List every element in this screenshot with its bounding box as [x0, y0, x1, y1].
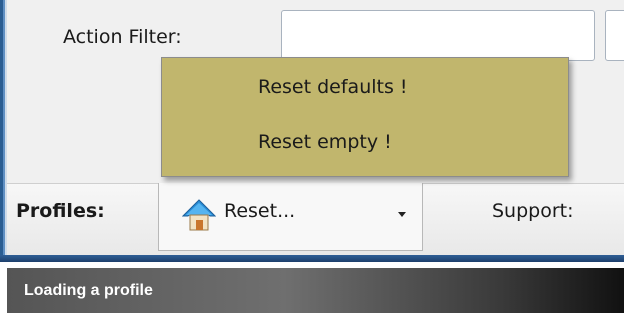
- chevron-down-icon[interactable]: [398, 212, 406, 217]
- menu-item-reset-empty[interactable]: Reset empty !: [258, 131, 392, 153]
- secondary-input[interactable]: [605, 10, 624, 61]
- menu-item-reset-defaults[interactable]: Reset defaults !: [258, 76, 408, 98]
- support-label: Support:: [492, 200, 574, 222]
- reset-button-label: Reset...: [224, 200, 296, 222]
- house-icon: [182, 199, 216, 231]
- profiles-label: Profiles:: [16, 200, 105, 222]
- screenshot-stage: Action Filter: Profiles: Reset... Suppor…: [0, 0, 624, 313]
- window-border: [0, 0, 7, 262]
- caption-text: Loading a profile: [24, 282, 153, 299]
- reset-menu: Reset defaults ! Reset empty !: [161, 57, 569, 177]
- action-filter-input[interactable]: [281, 10, 595, 61]
- window-bottom-edge: [0, 255, 624, 262]
- action-filter-label: Action Filter:: [63, 26, 182, 48]
